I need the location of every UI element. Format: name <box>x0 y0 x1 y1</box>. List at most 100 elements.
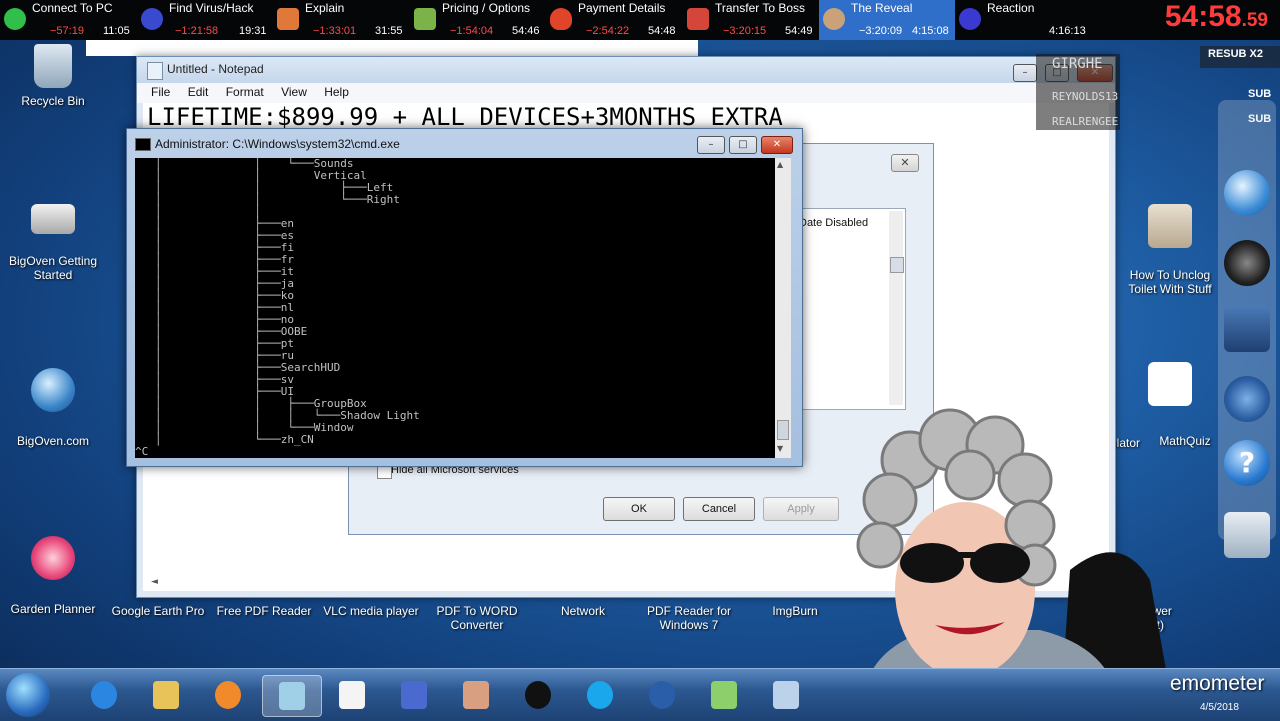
cmd-console[interactable]: │ │ └───Sounds │ │ Vertical │ │ ├───Left… <box>135 158 775 458</box>
desktop-icon-recycle-bin[interactable]: Recycle Bin <box>5 44 101 108</box>
minimize-button[interactable]: – <box>697 136 725 154</box>
taskbar-taskmgr[interactable] <box>764 675 808 715</box>
desktop-icon-label: BigOven Getting Started <box>8 254 98 282</box>
shield-icon <box>4 8 26 30</box>
desktop-icon-free-pdf-reader[interactable]: Free PDF Reader <box>216 604 312 618</box>
close-button[interactable]: ✕ <box>761 136 793 154</box>
split-delta: −3:20:15 <box>723 25 767 37</box>
desktop-icon-pdf-to-word[interactable]: PDF To WORD Converter <box>429 604 525 632</box>
scroll-thumb[interactable] <box>777 420 789 440</box>
clock-date[interactable]: 4/5/2018 <box>1200 702 1239 713</box>
services-list[interactable]: Date Disabled <box>794 208 906 410</box>
menu-view[interactable]: View <box>281 85 307 99</box>
desktop-icon-pdf-reader-win7[interactable]: PDF Reader for Windows 7 <box>641 604 737 632</box>
media-player-icon <box>215 681 241 709</box>
menu-format[interactable]: Format <box>226 85 264 99</box>
desktop-icon-bigoven-com[interactable]: BigOven.com <box>5 368 101 448</box>
split-name: Explain <box>305 1 345 15</box>
cmd-title: Administrator: C:\Windows\system32\cmd.e… <box>155 137 400 151</box>
overlay-name: REYNOLDS13 <box>1052 90 1119 103</box>
money-icon <box>414 8 436 30</box>
globe-icon <box>31 368 75 412</box>
scroll-up-icon[interactable]: ▲ <box>777 160 783 169</box>
taskbar-dell[interactable] <box>516 675 560 715</box>
split-delta: −2:54:22 <box>586 25 630 37</box>
mascot-icon <box>959 8 981 30</box>
notepad-icon <box>147 62 163 80</box>
minimize-button[interactable]: – <box>1013 64 1037 82</box>
split-time: 4:15:08 <box>912 25 949 37</box>
speaker-icon[interactable] <box>1224 240 1270 286</box>
desktop-icon-label: Google Earth Pro <box>111 604 205 618</box>
menu-edit[interactable]: Edit <box>188 85 209 99</box>
ok-button[interactable]: OK <box>603 497 675 521</box>
skype-icon <box>587 681 613 709</box>
white-strip <box>86 40 698 56</box>
dell-icon <box>525 681 551 709</box>
scroll-down-icon[interactable]: ▼ <box>777 444 783 453</box>
recycle-bin-icon <box>34 44 72 88</box>
desktop-icon-label: PDF Reader for Windows 7 <box>646 604 732 632</box>
taskbar-skype[interactable] <box>578 675 622 715</box>
weather-icon[interactable] <box>1224 170 1270 216</box>
close-icon[interactable]: ✕ <box>891 154 919 172</box>
taskbar-notes[interactable] <box>392 675 436 715</box>
scroll-left-arrow-icon[interactable]: ◄ <box>151 577 158 587</box>
resub-label: RESUB X2 <box>1208 48 1264 60</box>
taskbar-media[interactable] <box>206 675 250 715</box>
split-explain: Explain −1:33:01 31:55 <box>273 0 410 40</box>
notepad-menubar: File Edit Format View Help <box>137 83 1115 103</box>
chat-icon <box>277 8 299 30</box>
desktop-icon-unclog-toilet[interactable]: How To Unclog Toilet With Stuff <box>1124 204 1216 296</box>
desktop-icon-network[interactable]: Network <box>535 604 631 618</box>
list-scrollbar[interactable] <box>889 211 904 405</box>
split-delta: −3:20:09 <box>859 25 903 37</box>
split-time: 54:48 <box>648 25 676 37</box>
scroll-thumb[interactable] <box>890 257 904 273</box>
desktop-icon-google-earth-pro[interactable]: Google Earth Pro <box>110 604 206 618</box>
desktop-icon-garden-planner[interactable]: Garden Planner <box>5 536 101 616</box>
desktop-icon-bigoven-getting-started[interactable]: BigOven Getting Started <box>5 204 101 282</box>
notepad-titlebar[interactable]: Untitled - Notepad – □ ✕ <box>137 57 1115 83</box>
column-header-date-disabled[interactable]: Date Disabled <box>799 217 885 229</box>
taskbar-solitaire[interactable] <box>330 675 374 715</box>
task-manager-icon <box>773 681 799 709</box>
taskbar-control-panel[interactable] <box>262 675 322 717</box>
internet-explorer-icon <box>91 681 117 709</box>
cancel-button[interactable]: Cancel <box>683 497 755 521</box>
split-payment: Payment Details −2:54:22 54:48 <box>546 0 683 40</box>
menu-help[interactable]: Help <box>324 85 349 99</box>
recycle-bin-icon[interactable] <box>1224 512 1270 558</box>
split-time: 31:55 <box>375 25 403 37</box>
split-the-reveal: The Reveal −3:20:09 4:15:08 <box>819 0 955 40</box>
start-button[interactable] <box>6 673 50 717</box>
split-reaction: Reaction 4:16:13 <box>955 0 1091 40</box>
taskbar-globe[interactable] <box>640 675 684 715</box>
help-icon[interactable]: ? <box>1224 440 1270 486</box>
fire-icon <box>550 8 572 30</box>
lock-icon[interactable] <box>1224 376 1270 422</box>
taskbar-ie[interactable] <box>82 675 126 715</box>
desktop-icon-vlc[interactable]: VLC media player <box>323 604 419 618</box>
cmd-scrollbar[interactable]: ▲ ▼ <box>775 158 791 458</box>
maximize-button[interactable]: □ <box>729 136 757 154</box>
clapperboard-icon[interactable] <box>1224 306 1270 352</box>
notepad-text: LIFETIME:$899.99 + ALL DEVICES+3MONTHS E… <box>147 103 783 131</box>
taskbar-explorer[interactable] <box>144 675 188 715</box>
overlay-name: REALRENGEE <box>1052 115 1119 128</box>
split-time: 54:46 <box>512 25 540 37</box>
split-name: Connect To PC <box>32 1 113 15</box>
split-delta: −1:33:01 <box>313 25 357 37</box>
desktop-icon-label: Garden Planner <box>10 602 96 616</box>
cmd-window[interactable]: Administrator: C:\Windows\system32\cmd.e… <box>126 128 803 467</box>
split-name: Reaction <box>987 1 1035 15</box>
notes-icon <box>401 681 427 709</box>
sub-label: SUB <box>1248 88 1272 100</box>
notepad-title: Untitled - Notepad <box>167 62 264 76</box>
split-delta: −1:21:58 <box>175 25 219 37</box>
menu-file[interactable]: File <box>151 85 170 99</box>
taskbar-cards[interactable] <box>454 675 498 715</box>
split-name: Find Virus/Hack <box>169 1 254 15</box>
taskbar-folder[interactable] <box>702 675 746 715</box>
flower-icon <box>31 536 75 580</box>
